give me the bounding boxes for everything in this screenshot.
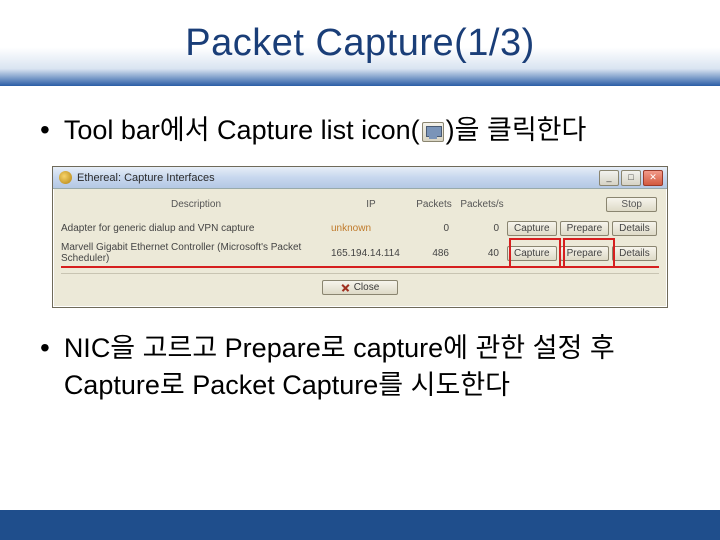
row0-capture-button[interactable]: Capture <box>507 221 557 236</box>
footer-bar <box>0 510 720 540</box>
close-icon <box>341 283 350 292</box>
dialog-footer: Close <box>61 273 659 303</box>
minimize-button[interactable]: _ <box>599 170 619 186</box>
page-title: Packet Capture(1/3) <box>185 22 535 65</box>
highlight-underline <box>61 266 659 268</box>
header-ip: IP <box>331 199 411 210</box>
dialog-body: Description IP Packets Packets/s Stop Ad… <box>53 189 667 307</box>
slide-body: • Tool bar에서 Capture list icon( )을 클릭한다 E… <box>0 86 720 403</box>
row0-pps: 0 <box>457 223 507 234</box>
row0-prepare-button[interactable]: Prepare <box>560 221 610 236</box>
maximize-button[interactable]: □ <box>621 170 641 186</box>
bullet-1: • Tool bar에서 Capture list icon( )을 클릭한다 <box>40 112 680 148</box>
bullet-2-text: NIC을 고르고 Prepare로 capture에 관한 설정 후 Captu… <box>64 330 680 403</box>
title-band: Packet Capture(1/3) <box>0 0 720 86</box>
row0-packets: 0 <box>411 223 457 234</box>
capture-interfaces-window: Ethereal: Capture Interfaces _ □ ✕ Descr… <box>52 166 668 308</box>
bullet-2: • NIC을 고르고 Prepare로 capture에 관한 설정 후 Cap… <box>40 330 680 403</box>
window-title: Ethereal: Capture Interfaces <box>77 172 597 184</box>
row1-packets: 486 <box>411 248 457 259</box>
header-pps: Packets/s <box>457 199 507 210</box>
row1-capture-button[interactable]: Capture <box>507 246 557 261</box>
bullet-1-text: Tool bar에서 Capture list icon( )을 클릭한다 <box>64 112 587 148</box>
bullet-1-part-a: Tool bar에서 Capture list icon( <box>64 115 420 145</box>
capture-list-icon <box>422 122 444 142</box>
column-headers: Description IP Packets Packets/s Stop <box>61 195 659 218</box>
row0-details-button[interactable]: Details <box>612 221 657 236</box>
header-description: Description <box>61 199 331 210</box>
row1-prepare-button[interactable]: Prepare <box>560 246 610 261</box>
close-button[interactable]: Close <box>322 280 399 295</box>
row1-description: Marvell Gigabit Ethernet Controller (Mic… <box>61 242 331 264</box>
interface-row-0: Adapter for generic dialup and VPN captu… <box>61 218 659 239</box>
row0-ip: unknown <box>331 223 411 234</box>
bullet-dot: • <box>40 112 50 148</box>
row1-pps: 40 <box>457 248 507 259</box>
app-icon <box>59 171 72 184</box>
bullet-dot: • <box>40 330 50 366</box>
row1-details-button[interactable]: Details <box>612 246 657 261</box>
close-button-label: Close <box>354 282 380 293</box>
header-packets: Packets <box>411 199 457 210</box>
row0-description: Adapter for generic dialup and VPN captu… <box>61 223 331 234</box>
dialog-screenshot: Ethereal: Capture Interfaces _ □ ✕ Descr… <box>52 166 668 308</box>
bullet-1-part-b: )을 클릭한다 <box>446 115 587 145</box>
row1-ip: 165.194.14.114 <box>331 248 411 259</box>
stop-button[interactable]: Stop <box>606 197 657 212</box>
window-close-button[interactable]: ✕ <box>643 170 663 186</box>
interface-row-1: Marvell Gigabit Ethernet Controller (Mic… <box>61 239 659 267</box>
window-titlebar: Ethereal: Capture Interfaces _ □ ✕ <box>53 167 667 189</box>
